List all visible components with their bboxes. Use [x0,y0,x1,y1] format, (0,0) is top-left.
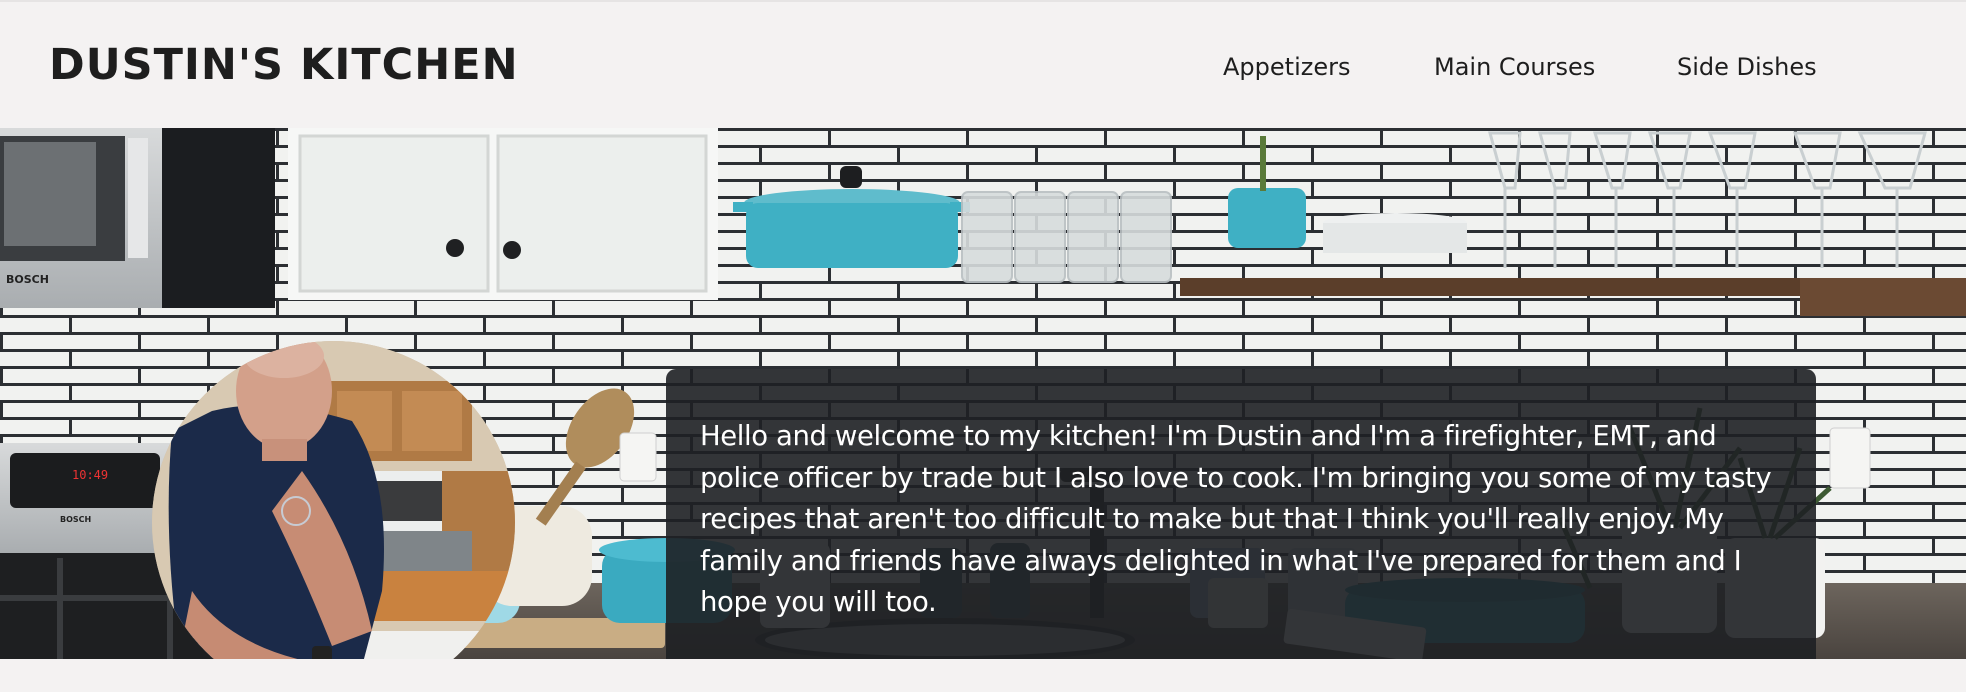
site-header: DUSTIN'S KITCHEN Appetizers Main Courses… [0,0,1966,128]
page-bottom-strip [0,659,1966,692]
nav-link-side-dishes[interactable]: Side Dishes [1677,53,1817,81]
page: DUSTIN'S KITCHEN Appetizers Main Courses… [0,0,1966,692]
microwave-brand: BOSCH [6,273,49,286]
nav-link-main-courses[interactable]: Main Courses [1434,53,1595,81]
nav-link-appetizers[interactable]: Appetizers [1223,53,1350,81]
welcome-message-text: Hello and welcome to my kitchen! I'm Dus… [700,420,1772,618]
main-nav: Appetizers Main Courses Side Dishes [0,53,1966,87]
oven-clock: 10:49 [72,468,108,482]
welcome-message-panel: Hello and welcome to my kitchen! I'm Dus… [666,369,1816,659]
hero-banner: BOSCH 10:49 BOSCH Hello and welcome to m… [0,128,1966,659]
chef-portrait [152,341,515,659]
oven-brand: BOSCH [60,515,91,524]
